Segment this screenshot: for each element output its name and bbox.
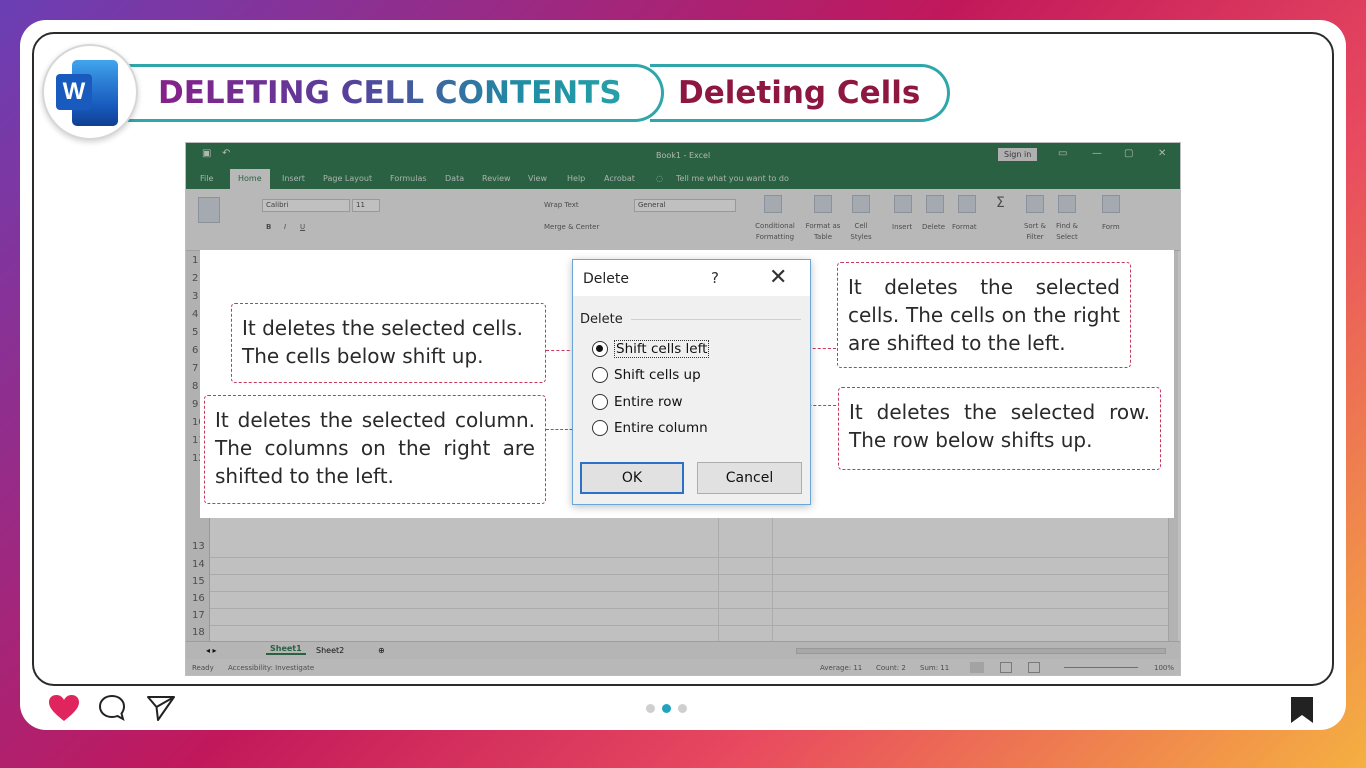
dialog-title: Delete (583, 271, 629, 287)
comment-icon[interactable] (98, 694, 126, 722)
radio-icon[interactable] (592, 367, 608, 383)
ok-button[interactable]: OK (580, 462, 684, 494)
cancel-button[interactable]: Cancel (697, 462, 802, 494)
callout-entire-column: It deletes the selected column. The colu… (204, 395, 546, 504)
option-label: Entire column (614, 420, 708, 436)
dialog-title-bar: Delete ? ✕ (573, 260, 810, 296)
page-dot[interactable] (678, 704, 687, 713)
option-label: Shift cells up (614, 367, 701, 383)
group-divider (631, 319, 801, 320)
option-entire-row[interactable]: Entire row (592, 394, 683, 410)
word-logo: W (42, 44, 138, 140)
close-icon[interactable]: ✕ (769, 265, 787, 290)
delete-group-label: Delete (580, 312, 623, 327)
page-dot[interactable] (646, 704, 655, 713)
option-label: Entire row (614, 394, 683, 410)
callout-entire-row: It deletes the selected row. The row bel… (838, 387, 1161, 470)
radio-selected-icon[interactable] (592, 341, 608, 357)
help-icon[interactable]: ? (711, 269, 719, 287)
page-dot-active[interactable] (662, 704, 671, 713)
delete-dialog: Delete ? ✕ Delete Shift cells left Shift… (572, 259, 811, 505)
bookmark-icon[interactable] (1290, 696, 1314, 724)
callout-shift-cells-up: It deletes the selected cells. The cells… (231, 303, 546, 383)
callout-shift-cells-left: It deletes the selected cells. The cells… (837, 262, 1131, 368)
page-subtitle: Deleting Cells (650, 64, 950, 122)
send-icon[interactable] (146, 694, 176, 722)
radio-icon[interactable] (592, 394, 608, 410)
heart-icon[interactable] (48, 694, 80, 722)
option-shift-cells-up[interactable]: Shift cells up (592, 367, 701, 383)
option-entire-column[interactable]: Entire column (592, 420, 708, 436)
page-title: DELETING CELL CONTENTS (124, 64, 664, 122)
option-label: Shift cells left (614, 340, 710, 358)
page-indicator (646, 704, 687, 713)
radio-icon[interactable] (592, 420, 608, 436)
word-logo-letter: W (56, 74, 92, 110)
option-shift-cells-left[interactable]: Shift cells left (592, 340, 710, 358)
